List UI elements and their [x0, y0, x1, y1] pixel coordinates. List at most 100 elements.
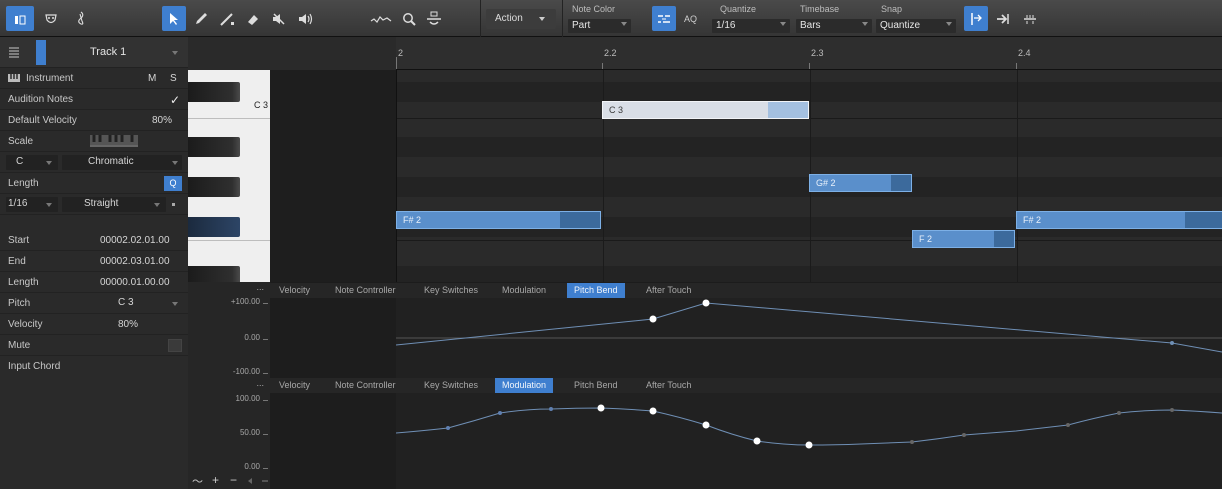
add-lane-icon[interactable]: +: [212, 473, 219, 487]
auto-scroll-icon[interactable]: [964, 6, 988, 31]
action-menu-button[interactable]: Action: [486, 9, 556, 29]
note-f-sharp-2[interactable]: F# 2: [1016, 211, 1222, 229]
modulation-lane[interactable]: [395, 393, 1222, 489]
mute-button[interactable]: M: [148, 73, 156, 84]
editor-icon[interactable]: [38, 6, 64, 31]
lane-c-sharp-3: [396, 82, 1222, 102]
timebase-select[interactable]: Bars: [796, 19, 872, 33]
instrument-label: Instrument: [26, 73, 74, 84]
length-value-select[interactable]: 1/16: [6, 197, 58, 212]
velocity-value[interactable]: 80%: [118, 319, 138, 330]
snap-select[interactable]: Quantize: [876, 19, 956, 33]
split-tool-icon[interactable]: [422, 6, 446, 31]
modulation-point[interactable]: [910, 440, 914, 444]
tab-note-controller[interactable]: Note Controller: [328, 283, 403, 298]
pitch-bend-point[interactable]: [1170, 341, 1174, 345]
note-grid[interactable]: C 3 G# 2 F# 2 F 2 F# 2: [396, 70, 1222, 282]
follow-icon[interactable]: [991, 6, 1015, 31]
note-f-2[interactable]: F 2: [912, 230, 1015, 248]
audition-notes-checkbox[interactable]: ✓: [170, 93, 180, 107]
listen-tool-icon[interactable]: [294, 6, 318, 31]
timeline-ruler[interactable]: 2 2.2 2.3 2.4: [188, 37, 1222, 70]
arrow-tool-icon[interactable]: [162, 6, 186, 31]
line-tool-icon[interactable]: [216, 6, 238, 31]
zoom-tool-icon[interactable]: [398, 6, 420, 31]
scroll-left-icon[interactable]: [248, 478, 252, 484]
ruler-label-2-4: 2.4: [1018, 48, 1031, 58]
modulation-point[interactable]: [446, 426, 450, 430]
quantize-select[interactable]: 1/16: [712, 19, 790, 33]
modulation-point[interactable]: [498, 411, 502, 415]
quantize-grid-icon[interactable]: [1018, 6, 1042, 31]
modulation-point[interactable]: [1170, 408, 1174, 412]
tab-velocity[interactable]: Velocity: [272, 378, 317, 393]
ruler-tick: [602, 63, 603, 69]
show-inspector-icon[interactable]: [6, 6, 34, 31]
tab-after-touch[interactable]: After Touch: [639, 378, 698, 393]
scale-tick: [263, 468, 268, 469]
default-velocity-value[interactable]: 80%: [152, 115, 172, 126]
note-length-row: Length 00000.01.00.00: [0, 272, 188, 293]
scale-type-select[interactable]: Chromatic: [62, 155, 182, 170]
tab-key-switches[interactable]: Key Switches: [417, 283, 485, 298]
note-f-sharp-2[interactable]: F# 2: [396, 211, 601, 229]
modulation-point[interactable]: [753, 437, 761, 445]
scale-label: -100.00: [232, 367, 260, 376]
list-icon[interactable]: [8, 46, 20, 61]
ruler-tick: [1016, 63, 1017, 69]
tab-note-controller[interactable]: Note Controller: [328, 378, 403, 393]
track-color-swatch[interactable]: [36, 40, 46, 65]
score-icon[interactable]: [68, 6, 94, 31]
note-g-sharp-2[interactable]: G# 2: [809, 174, 912, 192]
bend-tool-icon[interactable]: [368, 6, 394, 31]
solo-button[interactable]: S: [170, 73, 177, 84]
note-color-select[interactable]: Part: [568, 19, 631, 33]
length-mode-select[interactable]: Straight: [62, 197, 166, 212]
pitch-bend-lane[interactable]: [395, 298, 1222, 378]
pitch-bend-point[interactable]: [649, 315, 657, 323]
note-c3[interactable]: C 3: [602, 101, 809, 119]
tab-after-touch[interactable]: After Touch: [639, 283, 698, 298]
tab-velocity[interactable]: Velocity: [272, 283, 317, 298]
modulation-point[interactable]: [1117, 411, 1121, 415]
lane-menu-icon[interactable]: ...: [256, 378, 264, 388]
modulation-point[interactable]: [649, 407, 657, 415]
length-quantize-button[interactable]: Q: [164, 176, 182, 191]
modulation-point[interactable]: [549, 407, 553, 411]
tab-modulation[interactable]: Modulation: [495, 378, 554, 393]
tab-pitch-bend[interactable]: Pitch Bend: [567, 283, 625, 298]
piano-key-g-sharp-2[interactable]: [188, 177, 240, 197]
modulation-point[interactable]: [597, 404, 605, 412]
remove-lane-icon[interactable]: −: [230, 473, 237, 487]
end-value[interactable]: 00002.03.01.00: [100, 256, 170, 267]
pencil-tool-icon[interactable]: [190, 6, 212, 31]
piano-key-a-sharp-2[interactable]: [188, 137, 240, 157]
mute-checkbox[interactable]: [168, 339, 182, 352]
tab-pitch-bend[interactable]: Pitch Bend: [567, 378, 625, 393]
piano-key-d-sharp-2[interactable]: [188, 266, 240, 282]
tab-key-switches[interactable]: Key Switches: [417, 378, 485, 393]
scale-label: +100.00: [230, 297, 260, 306]
modulation-point[interactable]: [702, 421, 710, 429]
pitch-select[interactable]: C 3: [62, 296, 182, 311]
piano-key-f-sharp-2[interactable]: [188, 217, 240, 237]
start-value[interactable]: 00002.02.01.00: [100, 235, 170, 246]
pitch-bend-point[interactable]: [702, 299, 710, 307]
modulation-point[interactable]: [805, 441, 813, 449]
curve-tool-icon[interactable]: 〜: [192, 473, 203, 489]
scale-root-select[interactable]: C: [6, 155, 58, 170]
scale-keyboard-icon[interactable]: [90, 135, 138, 150]
scroll-handle[interactable]: [262, 480, 268, 482]
lane-menu-icon[interactable]: ...: [256, 282, 264, 292]
piano-keyboard[interactable]: C 3: [188, 70, 270, 282]
tab-modulation[interactable]: Modulation: [495, 283, 553, 298]
note-length-value[interactable]: 00000.01.00.00: [100, 277, 170, 288]
eraser-tool-icon[interactable]: [242, 6, 264, 31]
modulation-point[interactable]: [962, 433, 966, 437]
auto-quantize-icon[interactable]: [652, 6, 676, 31]
default-velocity-label: Default Velocity: [8, 115, 77, 126]
modulation-point[interactable]: [1066, 423, 1070, 427]
mute-tool-icon[interactable]: [268, 6, 290, 31]
piano-key-c-sharp-3[interactable]: [188, 82, 240, 102]
chevron-down-icon[interactable]: [172, 51, 178, 55]
